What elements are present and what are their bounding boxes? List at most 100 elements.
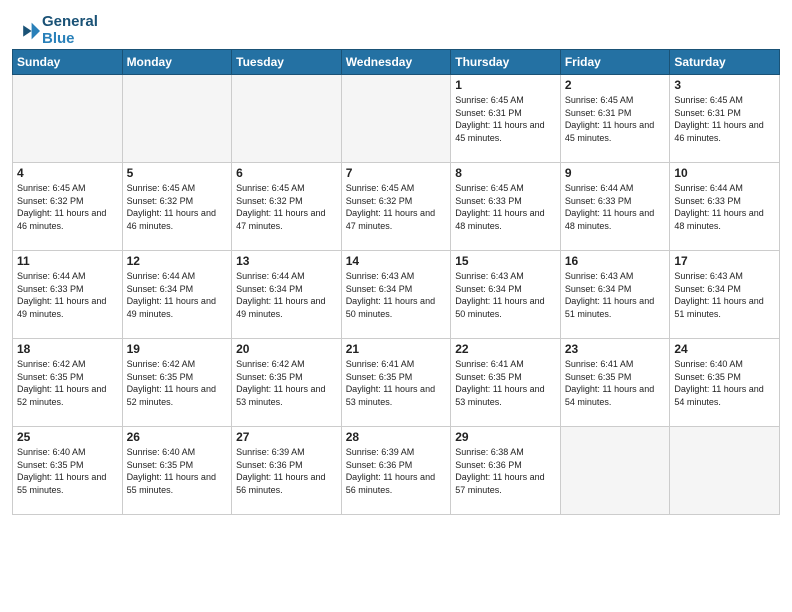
day-cell: 22 Sunrise: 6:41 AMSunset: 6:35 PMDayligh… <box>451 339 561 427</box>
day-info: Sunrise: 6:45 AMSunset: 6:32 PMDaylight:… <box>236 182 337 232</box>
day-info: Sunrise: 6:41 AMSunset: 6:35 PMDaylight:… <box>346 358 447 408</box>
day-cell: 13 Sunrise: 6:44 AMSunset: 6:34 PMDayligh… <box>232 251 342 339</box>
day-info: Sunrise: 6:44 AMSunset: 6:34 PMDaylight:… <box>127 270 228 320</box>
day-cell: 17 Sunrise: 6:43 AMSunset: 6:34 PMDayligh… <box>670 251 780 339</box>
day-number: 27 <box>236 430 337 444</box>
calendar-header-row: SundayMondayTuesdayWednesdayThursdayFrid… <box>13 50 780 75</box>
day-info: Sunrise: 6:45 AMSunset: 6:31 PMDaylight:… <box>565 94 666 144</box>
day-info: Sunrise: 6:43 AMSunset: 6:34 PMDaylight:… <box>565 270 666 320</box>
day-number: 8 <box>455 166 556 180</box>
day-cell <box>670 427 780 515</box>
day-cell <box>560 427 670 515</box>
day-info: Sunrise: 6:40 AMSunset: 6:35 PMDaylight:… <box>674 358 775 408</box>
day-number: 14 <box>346 254 447 268</box>
day-info: Sunrise: 6:40 AMSunset: 6:35 PMDaylight:… <box>17 446 118 496</box>
day-cell <box>232 75 342 163</box>
day-header-saturday: Saturday <box>670 50 780 75</box>
day-cell: 29Sunrise: 6:38 AMSunset: 6:36 PMDayligh… <box>451 427 561 515</box>
day-info: Sunrise: 6:44 AMSunset: 6:33 PMDaylight:… <box>674 182 775 232</box>
day-cell: 18 Sunrise: 6:42 AMSunset: 6:35 PMDayligh… <box>13 339 123 427</box>
day-number: 3 <box>674 78 775 92</box>
day-number: 7 <box>346 166 447 180</box>
day-number: 28 <box>346 430 447 444</box>
day-cell: 9 Sunrise: 6:44 AMSunset: 6:33 PMDaylight… <box>560 163 670 251</box>
day-cell: 16 Sunrise: 6:43 AMSunset: 6:34 PMDayligh… <box>560 251 670 339</box>
day-info: Sunrise: 6:42 AMSunset: 6:35 PMDaylight:… <box>236 358 337 408</box>
day-number: 6 <box>236 166 337 180</box>
day-number: 12 <box>127 254 228 268</box>
day-header-friday: Friday <box>560 50 670 75</box>
day-info: Sunrise: 6:43 AMSunset: 6:34 PMDaylight:… <box>455 270 556 320</box>
day-number: 18 <box>17 342 118 356</box>
header: General Blue <box>12 10 780 47</box>
day-number: 20 <box>236 342 337 356</box>
day-cell: 28 Sunrise: 6:39 AMSunset: 6:36 PMDayligh… <box>341 427 451 515</box>
day-cell: 6 Sunrise: 6:45 AMSunset: 6:32 PMDaylight… <box>232 163 342 251</box>
day-header-thursday: Thursday <box>451 50 561 75</box>
day-info: Sunrise: 6:45 AMSunset: 6:32 PMDaylight:… <box>346 182 447 232</box>
day-info: Sunrise: 6:44 AMSunset: 6:34 PMDaylight:… <box>236 270 337 320</box>
day-number: 13 <box>236 254 337 268</box>
day-cell: 5Sunrise: 6:45 AMSunset: 6:32 PMDaylight… <box>122 163 232 251</box>
day-cell <box>122 75 232 163</box>
day-info: Sunrise: 6:41 AMSunset: 6:35 PMDaylight:… <box>455 358 556 408</box>
week-row-4: 18 Sunrise: 6:42 AMSunset: 6:35 PMDayligh… <box>13 339 780 427</box>
logo-text: General Blue <box>42 14 98 47</box>
day-number: 26 <box>127 430 228 444</box>
day-cell: 10 Sunrise: 6:44 AMSunset: 6:33 PMDayligh… <box>670 163 780 251</box>
day-info: Sunrise: 6:38 AMSunset: 6:36 PMDaylight:… <box>455 446 556 496</box>
day-cell: 14 Sunrise: 6:43 AMSunset: 6:34 PMDayligh… <box>341 251 451 339</box>
day-info: Sunrise: 6:45 AMSunset: 6:32 PMDaylight:… <box>127 182 228 232</box>
day-number: 9 <box>565 166 666 180</box>
day-cell: 7 Sunrise: 6:45 AMSunset: 6:32 PMDaylight… <box>341 163 451 251</box>
day-number: 25 <box>17 430 118 444</box>
day-info: Sunrise: 6:43 AMSunset: 6:34 PMDaylight:… <box>346 270 447 320</box>
day-info: Sunrise: 6:42 AMSunset: 6:35 PMDaylight:… <box>17 358 118 408</box>
day-cell: 24 Sunrise: 6:40 AMSunset: 6:35 PMDayligh… <box>670 339 780 427</box>
day-info: Sunrise: 6:44 AMSunset: 6:33 PMDaylight:… <box>17 270 118 320</box>
day-number: 17 <box>674 254 775 268</box>
day-info: Sunrise: 6:41 AMSunset: 6:35 PMDaylight:… <box>565 358 666 408</box>
day-cell: 4 Sunrise: 6:45 AMSunset: 6:32 PMDaylight… <box>13 163 123 251</box>
day-cell: 25 Sunrise: 6:40 AMSunset: 6:35 PMDayligh… <box>13 427 123 515</box>
day-header-monday: Monday <box>122 50 232 75</box>
day-cell: 3 Sunrise: 6:45 AMSunset: 6:31 PMDaylight… <box>670 75 780 163</box>
day-header-sunday: Sunday <box>13 50 123 75</box>
day-info: Sunrise: 6:44 AMSunset: 6:33 PMDaylight:… <box>565 182 666 232</box>
day-cell: 11 Sunrise: 6:44 AMSunset: 6:33 PMDayligh… <box>13 251 123 339</box>
day-cell: 19 Sunrise: 6:42 AMSunset: 6:35 PMDayligh… <box>122 339 232 427</box>
day-number: 19 <box>127 342 228 356</box>
day-cell: 2 Sunrise: 6:45 AMSunset: 6:31 PMDaylight… <box>560 75 670 163</box>
day-info: Sunrise: 6:39 AMSunset: 6:36 PMDaylight:… <box>346 446 447 496</box>
day-info: Sunrise: 6:42 AMSunset: 6:35 PMDaylight:… <box>127 358 228 408</box>
day-info: Sunrise: 6:45 AMSunset: 6:33 PMDaylight:… <box>455 182 556 232</box>
day-number: 4 <box>17 166 118 180</box>
day-cell: 15 Sunrise: 6:43 AMSunset: 6:34 PMDayligh… <box>451 251 561 339</box>
logo: General Blue <box>12 14 98 47</box>
day-cell: 27 Sunrise: 6:39 AMSunset: 6:36 PMDayligh… <box>232 427 342 515</box>
day-info: Sunrise: 6:45 AMSunset: 6:32 PMDaylight:… <box>17 182 118 232</box>
day-number: 24 <box>674 342 775 356</box>
day-number: 15 <box>455 254 556 268</box>
day-cell <box>13 75 123 163</box>
week-row-3: 11 Sunrise: 6:44 AMSunset: 6:33 PMDayligh… <box>13 251 780 339</box>
day-info: Sunrise: 6:45 AMSunset: 6:31 PMDaylight:… <box>674 94 775 144</box>
calendar-table: SundayMondayTuesdayWednesdayThursdayFrid… <box>12 49 780 515</box>
day-info: Sunrise: 6:39 AMSunset: 6:36 PMDaylight:… <box>236 446 337 496</box>
day-number: 1 <box>455 78 556 92</box>
day-number: 11 <box>17 254 118 268</box>
day-header-tuesday: Tuesday <box>232 50 342 75</box>
day-number: 2 <box>565 78 666 92</box>
day-cell: 8 Sunrise: 6:45 AMSunset: 6:33 PMDaylight… <box>451 163 561 251</box>
day-number: 16 <box>565 254 666 268</box>
day-cell: 12 Sunrise: 6:44 AMSunset: 6:34 PMDayligh… <box>122 251 232 339</box>
day-info: Sunrise: 6:40 AMSunset: 6:35 PMDaylight:… <box>127 446 228 496</box>
week-row-1: 1 Sunrise: 6:45 AMSunset: 6:31 PMDaylight… <box>13 75 780 163</box>
day-number: 10 <box>674 166 775 180</box>
logo-icon <box>12 17 40 45</box>
day-number: 22 <box>455 342 556 356</box>
day-info: Sunrise: 6:45 AMSunset: 6:31 PMDaylight:… <box>455 94 556 144</box>
day-cell: 1 Sunrise: 6:45 AMSunset: 6:31 PMDaylight… <box>451 75 561 163</box>
week-row-5: 25 Sunrise: 6:40 AMSunset: 6:35 PMDayligh… <box>13 427 780 515</box>
day-info: Sunrise: 6:43 AMSunset: 6:34 PMDaylight:… <box>674 270 775 320</box>
